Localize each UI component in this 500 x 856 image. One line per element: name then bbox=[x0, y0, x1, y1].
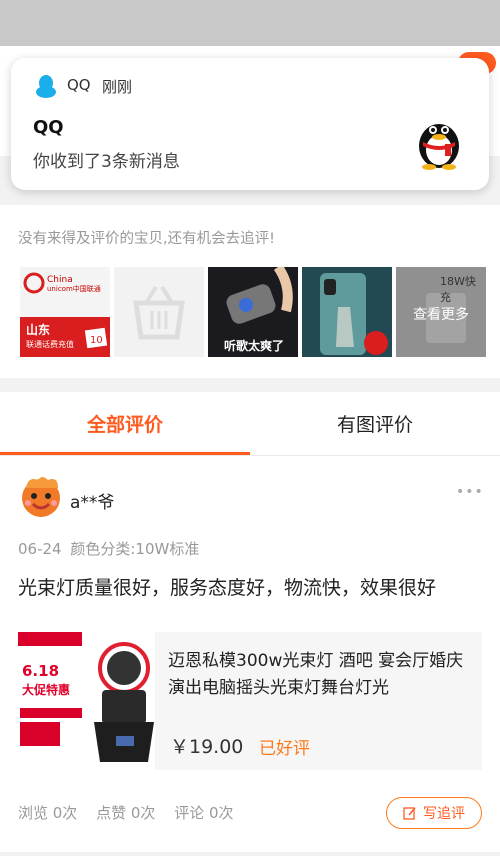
pending-review-section: 没有来得及评价的宝贝,还有机会去追评! China unicom中国联通 10 … bbox=[0, 205, 500, 378]
tab-divider bbox=[0, 455, 500, 456]
thumb-car-fm[interactable]: 听歌太爽了 bbox=[208, 267, 298, 357]
thumb-unicom-caption: 山东 bbox=[26, 323, 51, 337]
notification-time: 刚刚 bbox=[102, 78, 133, 96]
review-status: 已好评 bbox=[259, 739, 310, 759]
review-date: 06-24 bbox=[18, 540, 62, 558]
phone-case-icon bbox=[302, 267, 392, 357]
notification-body: 你收到了3条新消息 bbox=[33, 152, 180, 172]
tab-image-reviews[interactable]: 有图评价 bbox=[250, 392, 500, 454]
thumb-unicom[interactable]: China unicom中国联通 10 山东 联通话费充值 bbox=[20, 267, 110, 357]
qq-app-icon bbox=[36, 75, 56, 98]
status-bar bbox=[0, 0, 500, 46]
notification-app-name: QQ bbox=[67, 76, 91, 94]
product-title: 迈恩私模300w光束灯 酒吧 宴会厅婚庆演出电脑摇头光束灯舞台灯光 bbox=[168, 651, 464, 698]
shopping-basket-icon bbox=[133, 285, 185, 340]
stage-light-image: 6.18 大促特惠 bbox=[18, 632, 155, 770]
likes-count[interactable]: 点赞 0次 bbox=[96, 804, 155, 822]
tab-all-reviews[interactable]: 全部评价 bbox=[0, 392, 250, 454]
thumb-charger-more[interactable]: 18W快充 查看更多 bbox=[396, 267, 486, 357]
comments-count[interactable]: 评论 0次 bbox=[174, 804, 233, 822]
svg-text:unicom中国联通: unicom中国联通 bbox=[47, 284, 101, 293]
promo-sub: 大促特惠 bbox=[22, 682, 70, 697]
user-avatar[interactable] bbox=[18, 474, 64, 518]
pending-prompt: 没有来得及评价的宝贝,还有机会去追评! bbox=[18, 231, 275, 247]
write-followup-label: 写追评 bbox=[423, 806, 465, 822]
notification-title: QQ bbox=[33, 117, 64, 138]
thumb-placeholder[interactable] bbox=[114, 267, 204, 357]
svg-text:10: 10 bbox=[90, 335, 103, 346]
review-text: 光束灯质量很好，服务态度好，物流快，效果很好 bbox=[18, 577, 437, 599]
product-card[interactable]: 6.18 大促特惠 迈恩私模300w光束灯 酒吧 宴会厅婚庆演出电脑摇头光束灯舞… bbox=[18, 632, 482, 770]
qq-notification[interactable]: QQ 刚刚 QQ 你收到了3条新消息 bbox=[11, 58, 489, 190]
see-more-label: 查看更多 bbox=[413, 307, 469, 323]
reviews-section: 全部评价 有图评价 a**爷 ••• 06-24 颜色分类:10W标准 光束灯质… bbox=[0, 392, 500, 852]
svg-text:China: China bbox=[47, 275, 73, 285]
views-count: 浏览 0次 bbox=[18, 804, 78, 822]
thumb-car-fm-caption: 听歌太爽了 bbox=[224, 339, 285, 353]
more-options-icon[interactable]: ••• bbox=[456, 484, 484, 500]
review-username: a**爷 bbox=[70, 493, 115, 513]
edit-icon bbox=[403, 807, 416, 820]
product-price: ￥19.00 bbox=[170, 736, 244, 758]
product-image: 6.18 大促特惠 bbox=[18, 632, 155, 770]
write-followup-button[interactable]: 写追评 bbox=[386, 797, 482, 829]
thumb-unicom-subcaption: 联通话费充值 bbox=[26, 340, 74, 349]
thumb-charger-caption: 18W快充 bbox=[440, 275, 476, 304]
qq-penguin-icon bbox=[419, 124, 459, 170]
review-variant: 颜色分类:10W标准 bbox=[70, 540, 200, 558]
review-stats: 浏览 0次 点赞 0次 评论 0次 bbox=[18, 802, 248, 823]
thumb-phone-case[interactable] bbox=[302, 267, 392, 357]
promo-date: 6.18 bbox=[22, 662, 59, 680]
review-meta: 06-24 颜色分类:10W标准 bbox=[18, 538, 199, 559]
